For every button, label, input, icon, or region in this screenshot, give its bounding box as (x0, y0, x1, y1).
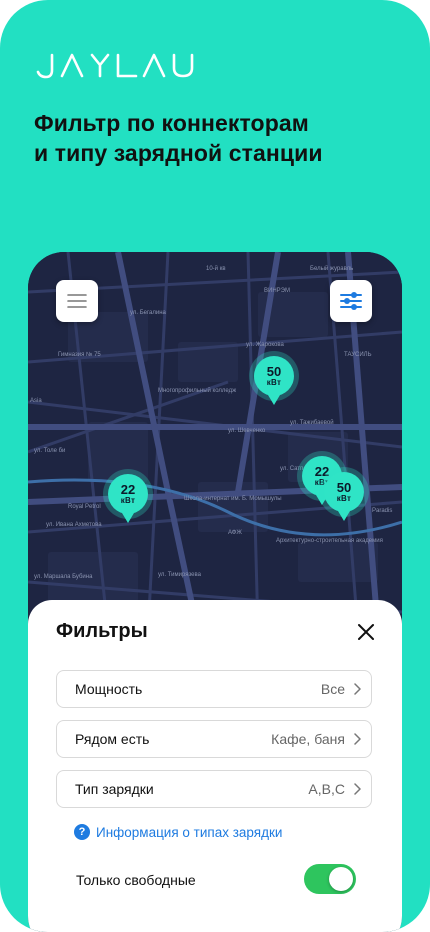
map-label: Школа-интернат им. Б. Момышулы (184, 496, 282, 502)
brand-logo (36, 53, 194, 79)
filter-row-value: Кафе, баня (271, 731, 345, 747)
map-label: Архитектурно-строительная академия (276, 538, 383, 544)
map-label: 10-й кв (206, 266, 226, 272)
map-label: ул. Тимирязева (158, 572, 201, 578)
menu-button[interactable] (56, 280, 98, 322)
map-label: Белый журавль (310, 266, 354, 272)
map-label: Paradis (372, 508, 393, 514)
station-unit: кВт (336, 494, 352, 503)
sheet-title: Фильтры (56, 620, 148, 642)
filter-row-charge-type[interactable]: Тип зарядки A,B,C (56, 770, 372, 808)
map-label: Asia (30, 398, 42, 404)
map-label: ТАУСИЛЬ (344, 352, 372, 358)
map-label: ул. Маршала Бубина (34, 574, 93, 580)
station-power: 50 (266, 364, 282, 379)
close-icon[interactable] (354, 620, 378, 644)
map-label: ул. Толе би (34, 448, 66, 454)
station-marker[interactable]: 50 кВт (254, 356, 294, 405)
headline-line-2: и типу зарядной станции (34, 140, 323, 166)
question-icon: ? (74, 824, 90, 840)
filter-row-label: Тип зарядки (75, 781, 154, 797)
station-unit: кВт (120, 496, 136, 505)
charge-types-info-link[interactable]: ? Информация о типах зарядки (74, 824, 282, 840)
filters-sheet: Фильтры Мощность Все Рядом есть Кафе, ба… (28, 600, 402, 932)
map-label: ул. Бегалина (130, 310, 166, 316)
filter-row-nearby[interactable]: Рядом есть Кафе, баня (56, 720, 372, 758)
headline-line-1: Фильтр по коннекторам (34, 110, 309, 136)
filter-button[interactable] (330, 280, 372, 322)
map-label: ул. Ивана Ахметова (46, 522, 102, 528)
map-label: ул. Жарокова (246, 342, 284, 348)
map-label: Royal Petrol (68, 504, 101, 510)
promo-headline: Фильтр по коннекторам и типу зарядной ст… (34, 108, 414, 168)
filter-sliders-icon (340, 292, 362, 310)
free-only-label: Только свободные (76, 872, 196, 888)
map-label: Многопрофильный колледж (158, 388, 237, 394)
menu-icon (67, 294, 87, 308)
chevron-right-icon (354, 733, 361, 745)
map-label: Гимназия № 75 (58, 352, 101, 358)
station-unit: кВт (266, 378, 282, 387)
station-power: 22 (314, 464, 330, 479)
chevron-right-icon (354, 783, 361, 795)
station-power: 22 (120, 482, 136, 497)
promo-frame: Фильтр по коннекторам и типу зарядной ст… (0, 0, 430, 932)
map-label: ул. Шевченко (228, 428, 266, 434)
station-marker[interactable]: 22 кВт (108, 474, 148, 523)
phone-screen: Белый журавль ВИНРЭМ 10-й кв ул. Бегалин… (28, 252, 402, 932)
filter-row-label: Мощность (75, 681, 143, 697)
free-only-toggle[interactable] (304, 864, 356, 894)
map-label: АФЖ (228, 530, 242, 536)
filter-row-label: Рядом есть (75, 731, 150, 747)
filter-row-value: Все (320, 681, 345, 697)
filter-row-value: A,B,C (308, 781, 345, 797)
toggle-knob (329, 867, 353, 891)
map-label: ул. Тажибаевой (290, 420, 334, 426)
info-link-text: Информация о типах зарядки (96, 824, 283, 840)
chevron-right-icon (354, 683, 361, 695)
station-power: 50 (336, 480, 352, 495)
filter-row-power[interactable]: Мощность Все (56, 670, 372, 708)
map-label: ВИНРЭМ (264, 288, 290, 294)
station-marker[interactable]: 50 кВт (324, 472, 364, 521)
